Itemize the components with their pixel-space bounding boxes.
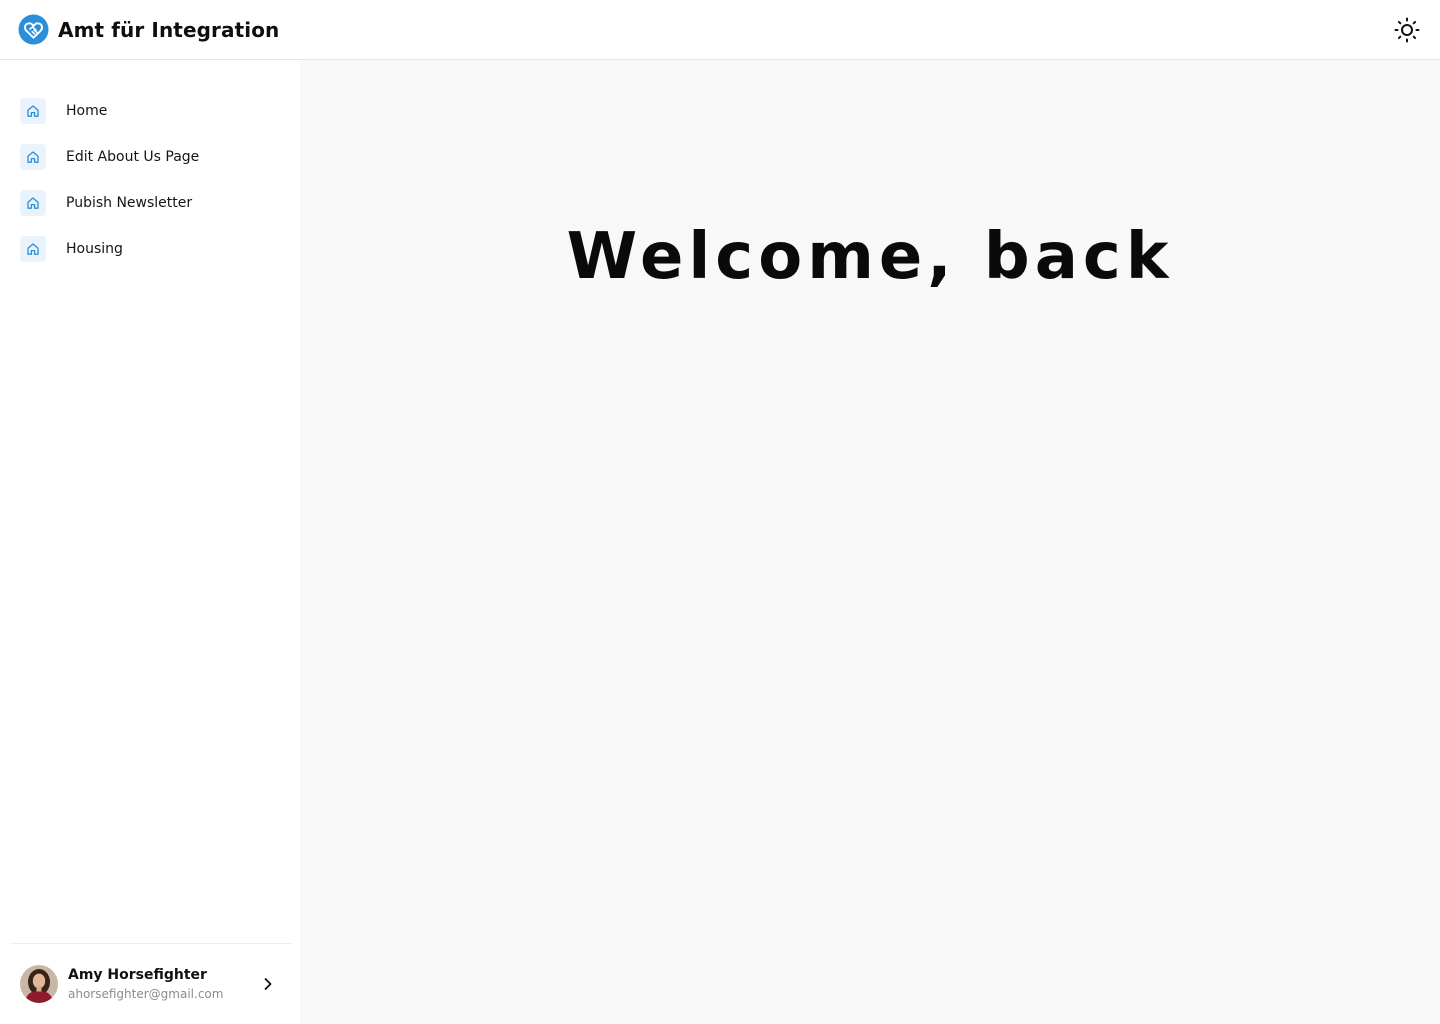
home-icon bbox=[20, 190, 46, 216]
brand[interactable]: Amt für Integration bbox=[18, 14, 279, 45]
app-title: Amt für Integration bbox=[58, 17, 280, 42]
user-profile-card[interactable]: Amy Horsefighter ahorsefighter@gmail.com bbox=[10, 943, 292, 1024]
sidebar-item-edit-about-us[interactable]: Edit About Us Page bbox=[0, 134, 300, 180]
sidebar-item-label: Pubish Newsletter bbox=[66, 195, 193, 211]
sidebar-item-label: Edit About Us Page bbox=[66, 149, 200, 165]
user-name: Amy Horsefighter bbox=[68, 967, 207, 983]
home-icon bbox=[20, 98, 46, 124]
user-email: ahorsefighter@gmail.com bbox=[68, 987, 224, 1001]
avatar bbox=[20, 965, 58, 1003]
theme-toggle-button[interactable] bbox=[1392, 15, 1422, 45]
sun-icon bbox=[1394, 17, 1420, 42]
sidebar-nav: Home Edit About Us Page Pubish Newslette… bbox=[0, 60, 300, 272]
main-content: Welcome, back bbox=[300, 60, 1440, 1024]
welcome-heading: Welcome, back bbox=[566, 220, 1174, 294]
home-icon bbox=[20, 144, 46, 170]
user-info: Amy Horsefighter ahorsefighter@gmail.com bbox=[68, 967, 256, 1001]
sidebar-item-label: Home bbox=[66, 103, 108, 119]
chevron-right-icon[interactable] bbox=[256, 972, 280, 996]
sidebar-item-publish-newsletter[interactable]: Pubish Newsletter bbox=[0, 180, 300, 226]
heart-handshake-icon bbox=[18, 14, 49, 45]
home-icon bbox=[20, 236, 46, 262]
sidebar: Home Edit About Us Page Pubish Newslette… bbox=[0, 60, 300, 1024]
sidebar-item-label: Housing bbox=[66, 241, 123, 257]
top-bar: Amt für Integration bbox=[0, 0, 1440, 60]
sidebar-item-home[interactable]: Home bbox=[0, 88, 300, 134]
sidebar-item-housing[interactable]: Housing bbox=[0, 226, 300, 272]
